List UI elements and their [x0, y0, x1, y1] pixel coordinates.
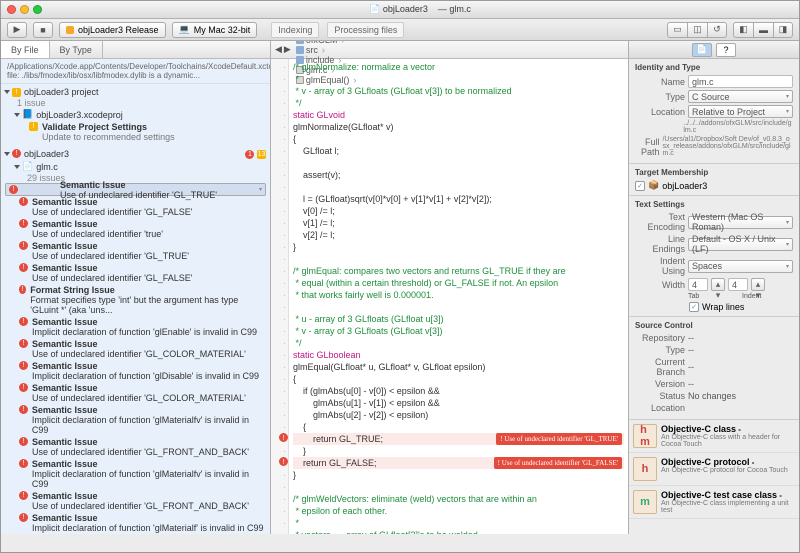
inspector: 📄 ? Identity and Type Nameglm.c TypeC So…	[629, 41, 799, 534]
navigator: By File By Type /Applications/Xcode.app/…	[1, 41, 271, 534]
selected-issue[interactable]: !Semantic IssueUse of undeclared identif…	[5, 183, 266, 196]
editor-version-button[interactable]: ↺	[707, 22, 727, 38]
stop-button[interactable]: ■	[33, 22, 53, 38]
forward-icon[interactable]: ▶	[284, 44, 291, 55]
jump-bar[interactable]: ◀ ▶ objLoader3addonsofxGLMsrcincludeglm.…	[271, 41, 628, 59]
issue-item[interactable]: !Semantic IssueImplicit declaration of f…	[5, 316, 266, 338]
issue-item[interactable]: !Semantic IssueUse of undeclared identif…	[5, 240, 266, 262]
close-icon[interactable]	[7, 5, 16, 14]
tab-stepper[interactable]: ▴▾	[711, 278, 725, 291]
back-icon[interactable]: ◀	[275, 44, 282, 55]
issue-item[interactable]: !Semantic IssueImplicit declaration of f…	[5, 404, 266, 436]
issue-item[interactable]: !Semantic IssueUse of undeclared identif…	[5, 218, 266, 240]
path-info: /Applications/Xcode.app/Contents/Develop…	[1, 59, 270, 84]
location-select[interactable]: Relative to Project	[688, 105, 793, 118]
minimize-icon[interactable]	[20, 5, 29, 14]
toggle-utilities-button[interactable]: ◨	[773, 22, 793, 38]
issue-item[interactable]: !Semantic IssueUse of undeclared identif…	[5, 436, 266, 458]
tab-by-type[interactable]: By Type	[50, 41, 103, 58]
issue-item[interactable]: !Semantic IssueUse of undeclared identif…	[5, 338, 266, 360]
activity-view: Indexing Processing files	[263, 22, 661, 38]
issues-list[interactable]: !objLoader3 project 1 issue 📘 objLoader3…	[1, 84, 270, 534]
indent-select[interactable]: Spaces	[688, 260, 793, 273]
help-inspector-tab[interactable]: ?	[716, 43, 736, 57]
issue-item[interactable]: !Semantic IssueImplicit declaration of f…	[5, 360, 266, 382]
line-endings-select[interactable]: Default - OS X / Unix (LF)	[688, 238, 793, 251]
run-button[interactable]: ▶	[7, 22, 27, 38]
library-item[interactable]: hm Objective-C class - An Objective-C cl…	[629, 420, 799, 453]
target-checkbox[interactable]: ✓	[635, 181, 645, 191]
library-item[interactable]: m Objective-C test case class - An Objec…	[629, 486, 799, 519]
window-title: 📄 objLoader3 — glm.c	[47, 4, 793, 15]
scheme-selector[interactable]: objLoader3 Release	[59, 22, 166, 38]
type-select[interactable]: C Source	[688, 90, 793, 103]
toolbar: ▶ ■ objLoader3 Release 💻My Mac 32-bit In…	[1, 19, 799, 41]
destination-selector[interactable]: 💻My Mac 32-bit	[172, 22, 258, 38]
titlebar: 📄 objLoader3 — glm.c	[1, 1, 799, 19]
issue-item[interactable]: !Semantic IssueUse of undeclared identif…	[5, 196, 266, 218]
issue-item[interactable]: !Semantic IssueImplicit declaration of f…	[5, 458, 266, 490]
editor: ◀ ▶ objLoader3addonsofxGLMsrcincludeglm.…	[271, 41, 629, 534]
issue-item[interactable]: !Semantic IssueImplicit declaration of f…	[5, 512, 266, 534]
toggle-navigator-button[interactable]: ◧	[733, 22, 753, 38]
file-inspector-tab[interactable]: 📄	[692, 43, 712, 57]
scheme-icon	[66, 26, 74, 34]
source-editor[interactable]: ········································…	[271, 59, 628, 534]
indent-stepper[interactable]: ▴▾	[751, 278, 765, 291]
tab-width-field[interactable]: 4	[688, 278, 708, 291]
toggle-debug-button[interactable]: ▬	[753, 22, 773, 38]
name-field[interactable]: glm.c	[688, 75, 793, 88]
library-item[interactable]: h Objective-C protocol - An Objective-C …	[629, 453, 799, 486]
encoding-select[interactable]: Western (Mac OS Roman)	[688, 216, 793, 229]
wrap-checkbox[interactable]: ✓	[689, 302, 699, 312]
tab-by-file[interactable]: By File	[1, 41, 50, 58]
zoom-icon[interactable]	[33, 5, 42, 14]
indent-width-field[interactable]: 4	[728, 278, 748, 291]
warning-icon: !	[12, 88, 21, 97]
issue-item[interactable]: !Format String IssueFormat specifies typ…	[5, 284, 266, 316]
traffic-lights	[7, 5, 42, 14]
issue-item[interactable]: !Semantic IssueUse of undeclared identif…	[5, 262, 266, 284]
editor-standard-button[interactable]: ▭	[667, 22, 687, 38]
error-icon: !	[12, 149, 21, 158]
issue-item[interactable]: !Semantic IssueUse of undeclared identif…	[5, 382, 266, 404]
issue-item[interactable]: !Semantic IssueUse of undeclared identif…	[5, 490, 266, 512]
editor-assistant-button[interactable]: ◫	[687, 22, 707, 38]
